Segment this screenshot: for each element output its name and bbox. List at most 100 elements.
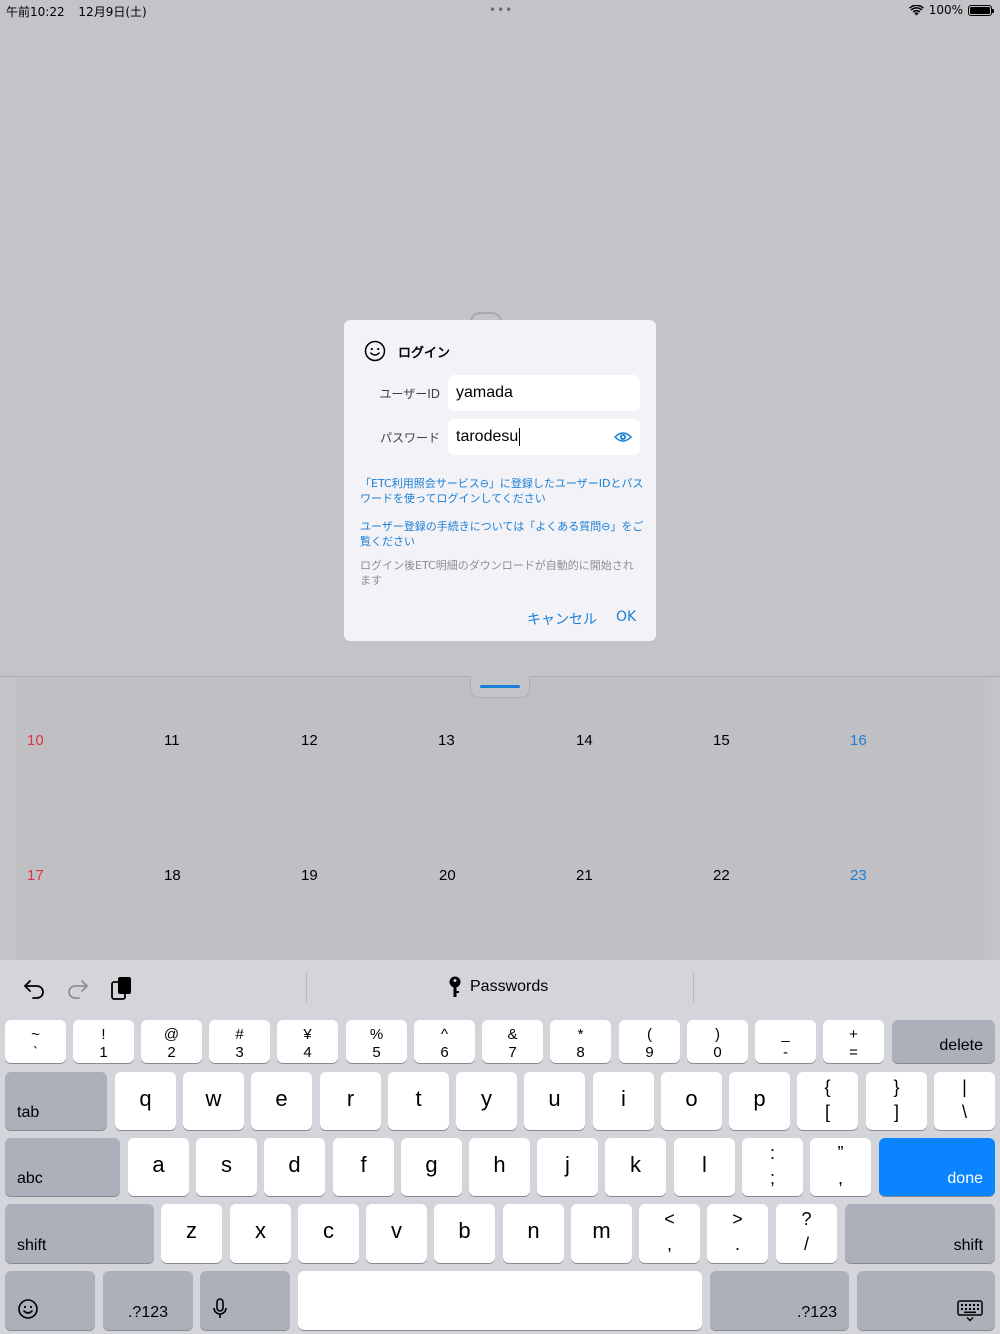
- key-l[interactable]: l: [674, 1138, 735, 1196]
- key-period[interactable]: >.: [707, 1204, 768, 1263]
- key-g[interactable]: g: [401, 1138, 462, 1196]
- calendar-day[interactable]: 17: [27, 867, 44, 884]
- ok-button[interactable]: OK: [616, 609, 636, 625]
- key-bottom: `: [33, 1044, 38, 1061]
- passwords-button[interactable]: Passwords: [448, 976, 548, 998]
- key-k[interactable]: k: [605, 1138, 666, 1196]
- key-c[interactable]: c: [298, 1204, 359, 1263]
- key-label: x: [255, 1218, 266, 1243]
- redo-icon[interactable]: [66, 976, 90, 1000]
- delete-key[interactable]: delete: [892, 1020, 995, 1063]
- key-top: {: [824, 1077, 831, 1097]
- key-z[interactable]: z: [161, 1204, 222, 1263]
- undo-icon[interactable]: [22, 976, 46, 1000]
- faq-link[interactable]: ユーザー登録の手続きについては「よくある質問⊖」をご覧ください: [360, 519, 644, 549]
- calendar-day[interactable]: 16: [850, 732, 867, 749]
- key-y[interactable]: y: [456, 1072, 517, 1130]
- key-5[interactable]: % 5: [346, 1020, 407, 1063]
- key-3[interactable]: #3: [209, 1020, 270, 1063]
- key-semicolon[interactable]: :;: [742, 1138, 803, 1196]
- cancel-button[interactable]: キャンセル: [527, 609, 597, 629]
- calendar-day[interactable]: 14: [576, 732, 593, 749]
- key-6[interactable]: ^ 6: [414, 1020, 475, 1063]
- shift-right-key[interactable]: shift: [845, 1204, 995, 1263]
- key-4[interactable]: ¥4: [277, 1020, 338, 1063]
- key-1[interactable]: ! 1: [73, 1020, 134, 1063]
- key-backslash[interactable]: | \: [934, 1072, 995, 1130]
- key-bracket-left[interactable]: {[: [797, 1072, 858, 1130]
- key-d[interactable]: d: [264, 1138, 325, 1196]
- done-key[interactable]: done: [879, 1138, 995, 1196]
- key-quote[interactable]: ”,: [810, 1138, 871, 1196]
- paste-icon[interactable]: [110, 976, 134, 1000]
- key-tilde[interactable]: ~ `: [5, 1020, 66, 1063]
- key-0[interactable]: ) 0: [687, 1020, 748, 1063]
- key-comma[interactable]: <,: [639, 1204, 700, 1263]
- key-bottom: 3: [235, 1044, 244, 1061]
- key-2[interactable]: @2: [141, 1020, 202, 1063]
- key-i[interactable]: i: [593, 1072, 654, 1130]
- user-id-input[interactable]: yamada: [448, 375, 640, 411]
- key-b[interactable]: b: [434, 1204, 495, 1263]
- key-w[interactable]: w: [183, 1072, 244, 1130]
- calendar-day[interactable]: 12: [301, 732, 318, 749]
- calendar-day[interactable]: 23: [850, 867, 867, 884]
- calendar-day[interactable]: 20: [439, 867, 456, 884]
- key-label: i: [621, 1086, 626, 1111]
- key-label: v: [391, 1218, 402, 1243]
- numbers-right-key[interactable]: .?123: [710, 1271, 849, 1330]
- key-slash[interactable]: ? /: [776, 1204, 837, 1263]
- key-7[interactable]: & 7: [482, 1020, 543, 1063]
- tab-key[interactable]: tab: [5, 1072, 107, 1130]
- key-j[interactable]: j: [537, 1138, 598, 1196]
- multitasking-dots[interactable]: •••: [489, 3, 513, 17]
- key-s[interactable]: s: [196, 1138, 257, 1196]
- dialog-title-text: ログイン: [398, 345, 451, 361]
- calendar-day[interactable]: 10: [27, 732, 44, 749]
- key-8[interactable]: * 8: [550, 1020, 611, 1063]
- key-e[interactable]: e: [251, 1072, 312, 1130]
- key-9[interactable]: (9: [619, 1020, 680, 1063]
- key-label: f: [360, 1152, 367, 1177]
- key-a[interactable]: a: [128, 1138, 189, 1196]
- password-input[interactable]: tarodesu: [448, 419, 640, 455]
- drawer-handle-bar: [480, 685, 520, 688]
- key-x[interactable]: x: [230, 1204, 291, 1263]
- key-label: o: [685, 1086, 698, 1111]
- key-p[interactable]: p: [729, 1072, 790, 1130]
- password-label: パスワード: [379, 431, 440, 445]
- numbers-left-key[interactable]: .?123: [103, 1271, 193, 1330]
- key-r[interactable]: r: [320, 1072, 381, 1130]
- shift-left-key[interactable]: shift: [5, 1204, 154, 1263]
- calendar-day[interactable]: 13: [438, 732, 455, 749]
- calendar-day[interactable]: 21: [576, 867, 593, 884]
- key-minus[interactable]: _ -: [755, 1020, 816, 1063]
- key-h[interactable]: h: [469, 1138, 530, 1196]
- eye-icon[interactable]: [614, 429, 632, 445]
- calendar-day[interactable]: 22: [713, 867, 730, 884]
- etc-service-link[interactable]: 「ETC利用照会サービス⊖」に登録したユーザーIDとパスワードを使ってログインし…: [360, 476, 644, 506]
- key-top: %: [369, 1026, 384, 1043]
- key-equals[interactable]: + =: [823, 1020, 884, 1063]
- key-o[interactable]: o: [661, 1072, 722, 1130]
- key-t[interactable]: t: [388, 1072, 449, 1130]
- key-label: p: [753, 1086, 766, 1111]
- abc-key[interactable]: abc: [5, 1138, 120, 1196]
- space-bar[interactable]: [298, 1271, 702, 1330]
- key-u[interactable]: u: [524, 1072, 585, 1130]
- calendar-day[interactable]: 19: [301, 867, 318, 884]
- key-f[interactable]: f: [333, 1138, 394, 1196]
- calendar-day[interactable]: 11: [164, 732, 180, 749]
- key-label: r: [346, 1086, 355, 1111]
- key-bottom: .: [734, 1234, 740, 1254]
- emoji-key[interactable]: [5, 1271, 95, 1330]
- calendar-day[interactable]: 15: [713, 732, 730, 749]
- key-m[interactable]: m: [571, 1204, 632, 1263]
- key-bracket-right[interactable]: }]: [866, 1072, 927, 1130]
- dictation-key[interactable]: [200, 1271, 290, 1330]
- key-v[interactable]: v: [366, 1204, 427, 1263]
- calendar-day[interactable]: 18: [164, 867, 181, 884]
- key-q[interactable]: q: [115, 1072, 176, 1130]
- dismiss-keyboard-key[interactable]: [857, 1271, 995, 1330]
- key-n[interactable]: n: [503, 1204, 564, 1263]
